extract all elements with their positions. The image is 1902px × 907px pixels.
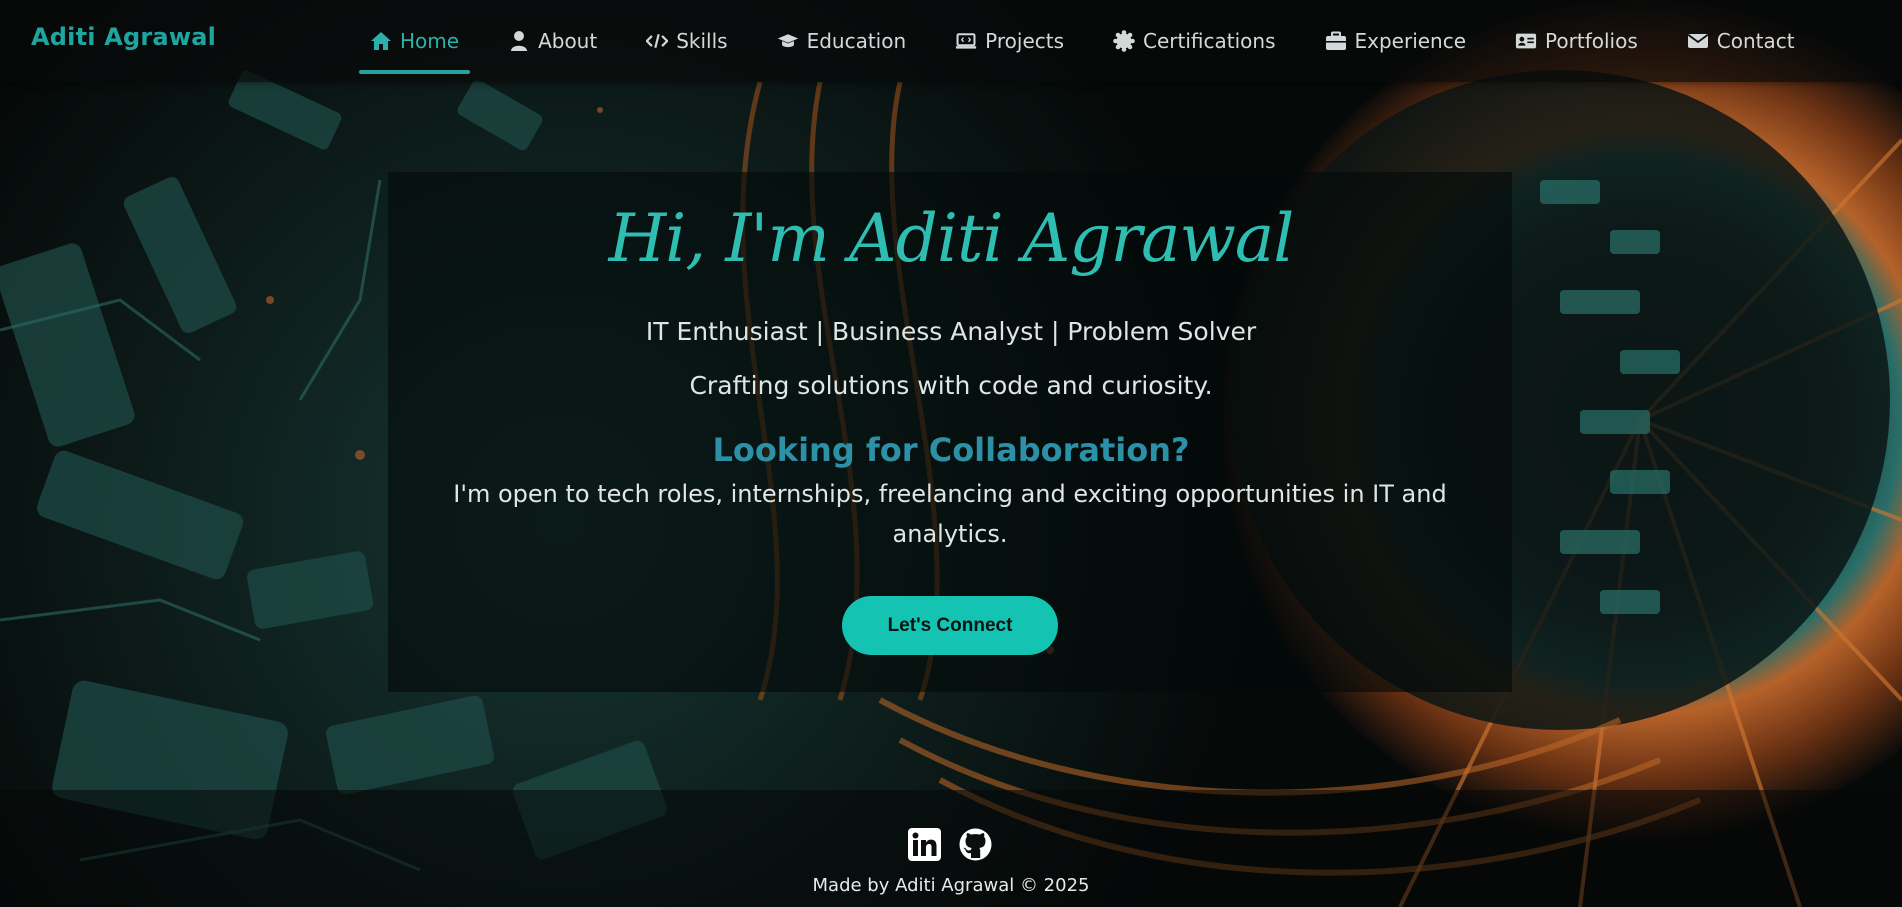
- nav-item-label: Skills: [676, 29, 728, 53]
- hero-subtitle: IT Enthusiast | Business Analyst | Probl…: [645, 317, 1257, 346]
- nav-item-skills[interactable]: Skills: [646, 21, 728, 61]
- nav-item-label: Portfolios: [1545, 29, 1638, 53]
- home-icon: [370, 30, 392, 52]
- laptop-code-icon: [955, 30, 977, 52]
- nav-item-education[interactable]: Education: [777, 21, 907, 61]
- nav-item-label: Home: [400, 29, 460, 53]
- nav-links: Home About Skills Education Projects Cer…: [358, 0, 1795, 82]
- social-links: [908, 828, 992, 861]
- nav-item-label: Certifications: [1143, 29, 1276, 53]
- nav-item-home[interactable]: Home: [358, 21, 471, 74]
- briefcase-icon: [1325, 30, 1347, 52]
- nav-item-about[interactable]: About: [508, 21, 597, 61]
- id-card-icon: [1515, 30, 1537, 52]
- nav-item-label: Experience: [1354, 29, 1467, 53]
- envelope-icon: [1687, 30, 1709, 52]
- nav-item-label: Contact: [1716, 29, 1795, 53]
- nav-item-label: Education: [806, 29, 907, 53]
- nav-item-portfolios[interactable]: Portfolios: [1515, 21, 1638, 61]
- linkedin-icon[interactable]: [908, 828, 941, 861]
- graduation-cap-icon: [777, 30, 799, 52]
- nav-item-label: Projects: [985, 29, 1065, 53]
- navbar: Aditi Agrawal Home About Skills Educatio…: [0, 0, 1902, 82]
- nav-item-label: About: [538, 29, 598, 53]
- nav-item-certifications[interactable]: Certifications: [1113, 21, 1276, 61]
- collaboration-text: I'm open to tech roles, internships, fre…: [453, 480, 1447, 548]
- footer-copyright: Made by Aditi Agrawal © 2025: [812, 875, 1090, 896]
- code-icon: [646, 30, 669, 52]
- brand-logo[interactable]: Aditi Agrawal: [31, 23, 216, 51]
- hero-tagline: Crafting solutions with code and curiosi…: [689, 371, 1213, 400]
- certificate-icon: [1113, 30, 1135, 52]
- lets-connect-button[interactable]: Let's Connect: [842, 596, 1058, 655]
- nav-item-experience[interactable]: Experience: [1325, 21, 1467, 61]
- user-icon: [508, 30, 530, 52]
- collaboration-heading: Looking for Collaboration?: [712, 431, 1190, 469]
- github-icon[interactable]: [959, 828, 992, 861]
- nav-item-projects[interactable]: Projects: [955, 21, 1064, 61]
- nav-item-contact[interactable]: Contact: [1687, 21, 1795, 61]
- hero-title: Hi, I'm Aditi Agrawal: [608, 200, 1295, 277]
